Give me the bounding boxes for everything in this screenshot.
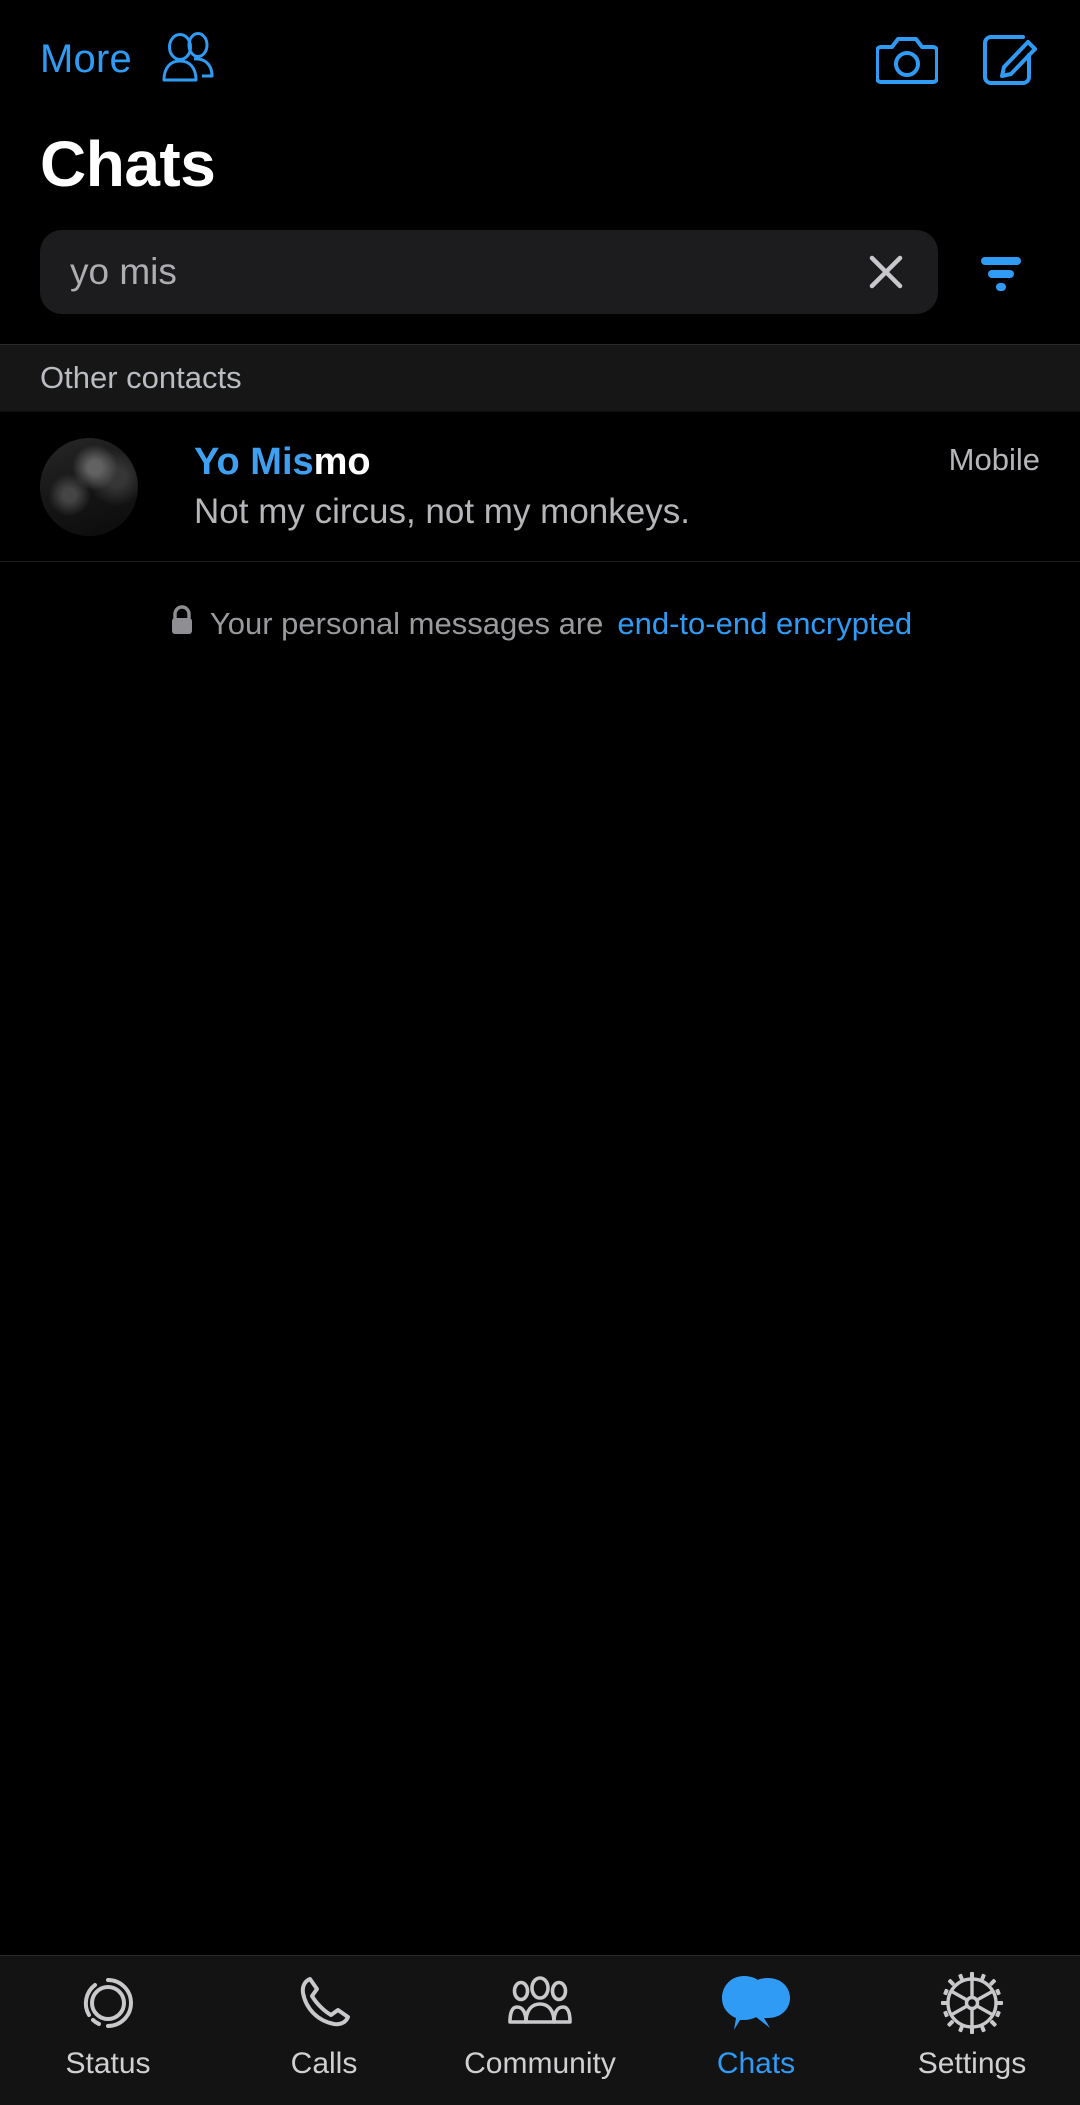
list-item-text-block: Yo Mismo Not my circus, not my monkeys. xyxy=(138,441,949,533)
gear-icon xyxy=(940,1970,1004,2036)
top-bar-right-group xyxy=(876,29,1042,89)
encryption-notice: Your personal messages are end-to-end en… xyxy=(0,562,1080,643)
page-title: Chats xyxy=(40,128,216,200)
filter-icon[interactable] xyxy=(962,233,1040,311)
nav-item-community[interactable]: Community xyxy=(432,1970,648,2081)
nav-item-settings[interactable]: Settings xyxy=(864,1970,1080,2081)
nav-label-chats: Chats xyxy=(716,2047,796,2080)
nav-label-status: Status xyxy=(65,2047,151,2080)
status-rings-icon xyxy=(77,1970,139,2036)
contact-name-match: Yo Mis xyxy=(194,440,314,483)
encryption-notice-link[interactable]: end-to-end encrypted xyxy=(617,606,912,642)
contact-name-rest: mo xyxy=(313,440,371,483)
search-row: yo mis xyxy=(0,196,1080,344)
lock-icon xyxy=(168,604,196,643)
nav-item-chats[interactable]: Chats xyxy=(648,1970,864,2081)
nav-item-status[interactable]: Status xyxy=(0,1970,216,2081)
contact-name: Yo Mismo xyxy=(194,441,949,485)
section-header-other-contacts: Other contacts xyxy=(0,344,1080,412)
close-x-icon[interactable] xyxy=(860,246,912,298)
section-header-label: Other contacts xyxy=(40,360,242,395)
compose-new-chat-icon[interactable] xyxy=(980,29,1042,89)
avatar-photo xyxy=(40,437,138,536)
nav-item-calls[interactable]: Calls xyxy=(216,1970,432,2081)
search-input[interactable]: yo mis xyxy=(40,230,938,314)
nav-label-settings: Settings xyxy=(917,2047,1027,2080)
nav-label-calls: Calls xyxy=(290,2047,358,2080)
phone-icon xyxy=(293,1970,355,2036)
avatar[interactable] xyxy=(40,437,138,536)
contact-status-text: Not my circus, not my monkeys. xyxy=(194,492,690,532)
search-input-value: yo mis xyxy=(70,251,177,292)
bottom-navigation-bar: Status Calls Community Chats Settings xyxy=(0,1955,1080,2105)
contacts-people-icon[interactable] xyxy=(156,30,218,88)
contact-meta-label: Mobile xyxy=(948,442,1040,477)
encryption-notice-text: Your personal messages are xyxy=(209,605,604,641)
whatsapp-chats-screen: More Chats yo mis Other contacts Yo Mism… xyxy=(0,0,1080,2105)
camera-icon[interactable] xyxy=(876,31,938,87)
top-bar-left-group: More xyxy=(40,30,218,88)
more-button[interactable]: More xyxy=(40,37,132,82)
top-bar: More xyxy=(0,0,1080,118)
list-item[interactable]: Yo Mismo Not my circus, not my monkeys. … xyxy=(0,412,1080,562)
chat-bubbles-icon xyxy=(720,1970,792,2036)
nav-label-community: Community xyxy=(464,2047,616,2080)
community-people-icon xyxy=(505,1970,575,2036)
